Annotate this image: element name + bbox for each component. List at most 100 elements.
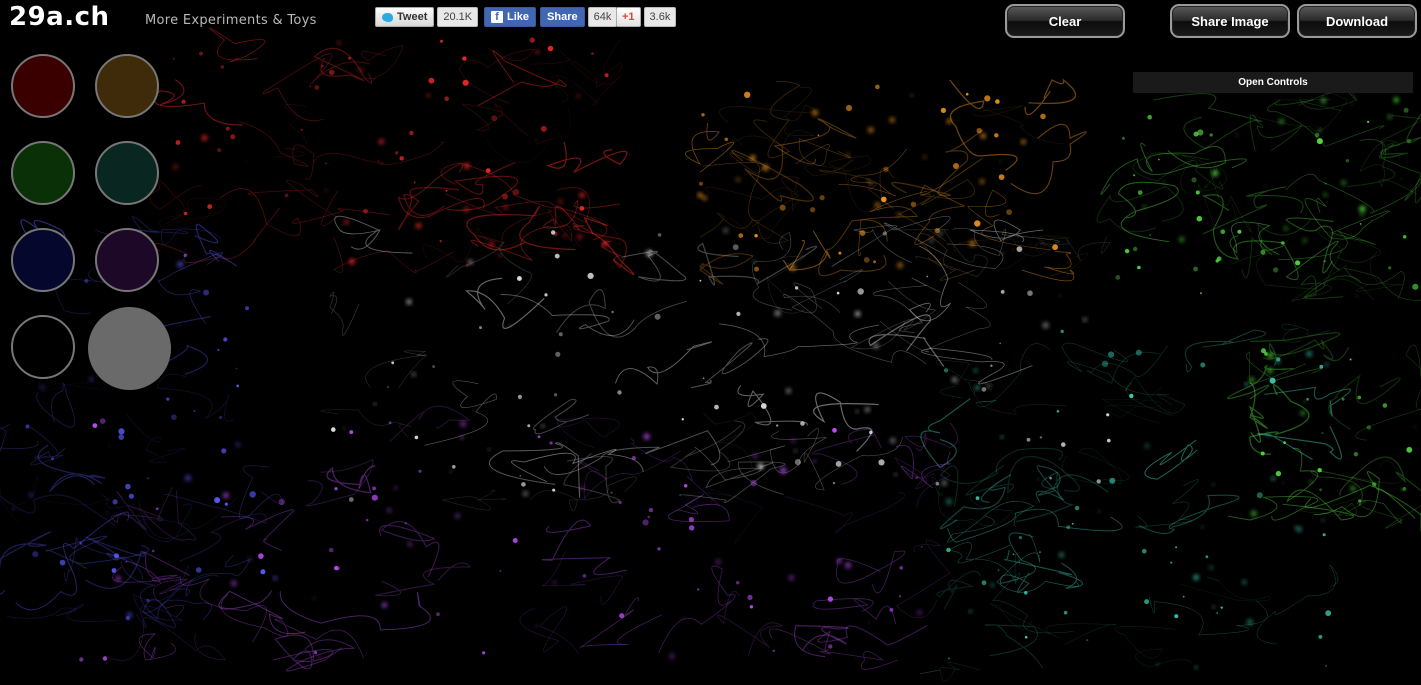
color-swatch-red[interactable] xyxy=(11,54,75,118)
tweet-button[interactable]: Tweet xyxy=(375,7,435,27)
more-experiments-link[interactable]: More Experiments & Toys xyxy=(145,13,317,28)
color-swatch-teal[interactable] xyxy=(95,141,159,205)
particle-spark-red xyxy=(300,128,304,132)
particle-spark-teal xyxy=(1318,635,1323,639)
particle-strand-purple xyxy=(685,486,764,543)
particle-spark-green xyxy=(1400,177,1403,180)
particle-spark-red xyxy=(321,65,324,68)
particle-spark-green xyxy=(1406,138,1412,143)
color-swatch-green[interactable] xyxy=(11,141,75,205)
particle-spark-teal xyxy=(1325,610,1332,617)
particle-strand-blue xyxy=(64,536,143,582)
particle-spark-orange xyxy=(869,182,873,185)
drawing-canvas[interactable] xyxy=(0,0,1421,685)
particle-strand-orange xyxy=(949,79,1018,171)
particle-spark-teal xyxy=(1024,591,1028,595)
particle-spark-teal xyxy=(1275,359,1281,365)
particle-spark-blue xyxy=(118,434,124,440)
facebook-share-button[interactable]: Share xyxy=(540,7,585,27)
particle-spark-red xyxy=(230,134,236,140)
particle-spark-red xyxy=(399,156,404,161)
particle-spark-white xyxy=(794,449,797,453)
particle-spark-green xyxy=(1212,170,1219,177)
particle-spark-red xyxy=(488,242,494,248)
particle-spark-red xyxy=(409,130,414,136)
particle-spark-white xyxy=(757,463,764,470)
particle-spark-white xyxy=(882,231,887,236)
particle-spark-teal xyxy=(1294,525,1298,529)
particle-strand-red xyxy=(548,49,621,106)
particle-strand-orange xyxy=(795,138,851,166)
particle-spark-orange xyxy=(889,117,895,123)
clear-button[interactable]: Clear xyxy=(1005,4,1125,38)
color-swatch-orange[interactable] xyxy=(95,54,159,118)
particle-spark-white xyxy=(1026,437,1031,442)
open-controls-button[interactable]: Open Controls xyxy=(1133,72,1413,93)
particle-spark-green xyxy=(1414,425,1417,429)
particle-spark-green xyxy=(1162,181,1166,184)
particle-spark-white xyxy=(467,259,473,265)
particle-spark-green xyxy=(1302,238,1308,244)
particle-spark-white xyxy=(587,272,594,279)
particle-strand-white xyxy=(500,294,635,336)
particle-spark-red xyxy=(575,94,581,99)
particle-spark-teal xyxy=(945,498,953,505)
facebook-like-button[interactable]: f Like xyxy=(484,7,537,27)
particle-spark-blue xyxy=(195,567,202,573)
particle-spark-red xyxy=(579,192,585,198)
particle-spark-blue xyxy=(84,278,89,283)
particle-spark-teal xyxy=(1063,610,1068,615)
particle-spark-orange xyxy=(866,179,870,182)
color-swatch-blue[interactable] xyxy=(11,228,75,292)
particle-spark-purple xyxy=(552,580,557,585)
particle-spark-green xyxy=(1367,120,1370,123)
particle-spark-teal xyxy=(1012,553,1015,556)
particle-spark-orange xyxy=(1012,248,1014,251)
site-logo[interactable]: 29a.ch xyxy=(9,2,110,32)
particle-spark-blue xyxy=(108,444,111,447)
color-swatch-purple[interactable] xyxy=(95,228,159,292)
particle-spark-orange xyxy=(762,164,769,171)
particle-spark-purple xyxy=(230,580,237,587)
color-swatch-black[interactable] xyxy=(11,315,75,379)
particle-spark-purple xyxy=(404,522,407,525)
particle-spark-purple xyxy=(642,519,649,526)
particle-spark-green xyxy=(1317,468,1322,473)
download-button[interactable]: Download xyxy=(1297,4,1417,38)
particle-strand-green xyxy=(1260,239,1340,281)
particle-spark-purple xyxy=(715,559,721,565)
particle-strand-green xyxy=(1246,352,1323,384)
share-image-button[interactable]: Share Image xyxy=(1170,4,1290,38)
particle-spark-green xyxy=(1121,136,1125,140)
particle-strand-orange xyxy=(805,155,878,212)
particle-spark-green xyxy=(1359,205,1366,212)
particle-spark-red xyxy=(415,222,422,229)
particle-spark-green xyxy=(1306,398,1309,401)
particle-spark-purple xyxy=(334,487,338,491)
particle-spark-purple xyxy=(828,644,833,649)
particle-spark-teal xyxy=(1256,492,1263,499)
particle-spark-white xyxy=(432,365,435,368)
particle-spark-white xyxy=(552,488,556,492)
particle-spark-orange xyxy=(789,264,796,271)
particle-spark-green xyxy=(1275,470,1282,477)
particle-strand-white xyxy=(555,289,687,338)
particle-strand-teal xyxy=(1180,576,1271,602)
particle-spark-white xyxy=(550,230,556,235)
particle-spark-orange xyxy=(854,177,857,180)
particle-strand-red xyxy=(312,141,444,166)
particle-spark-purple xyxy=(915,476,918,480)
google-plus-button[interactable]: +1 xyxy=(616,7,641,27)
particle-spark-orange xyxy=(724,137,728,141)
color-swatch-white[interactable] xyxy=(88,307,171,390)
particle-spark-purple xyxy=(610,491,613,494)
particle-spark-teal xyxy=(1060,329,1064,333)
particle-spark-orange xyxy=(910,94,913,97)
particle-spark-blue xyxy=(28,492,34,497)
particle-strand-green xyxy=(1380,113,1421,159)
particle-spark-blue xyxy=(146,598,150,603)
particle-spark-orange xyxy=(980,133,986,139)
particle-spark-teal xyxy=(1246,619,1253,626)
particle-spark-white xyxy=(681,418,684,421)
particle-spark-purple xyxy=(582,574,587,578)
